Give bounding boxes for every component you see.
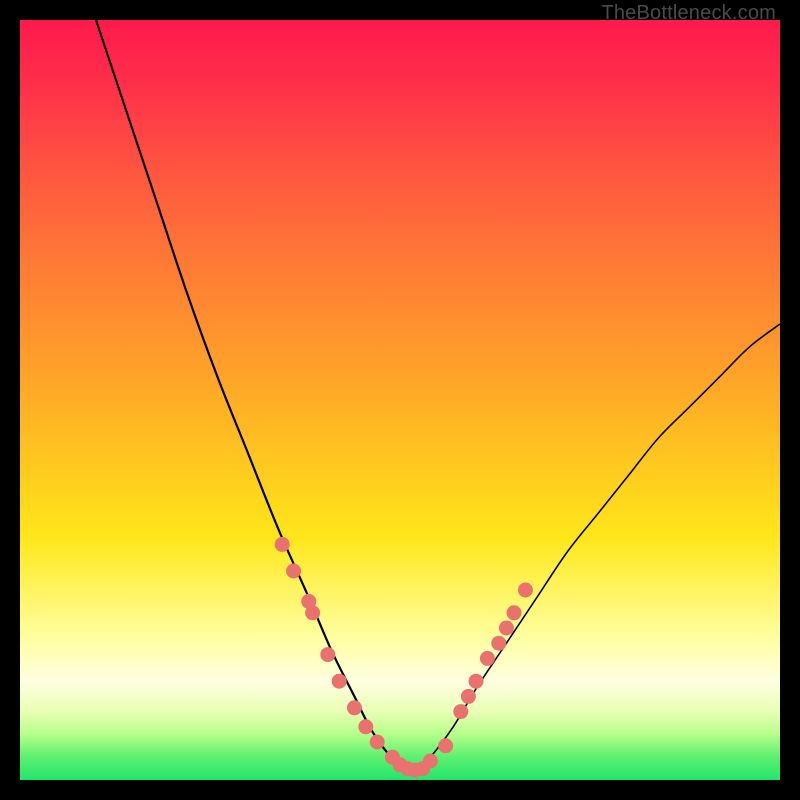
- data-point: [507, 605, 522, 620]
- data-point: [358, 719, 373, 734]
- data-point: [332, 674, 347, 689]
- data-point: [423, 754, 438, 769]
- data-point: [438, 738, 453, 753]
- data-point: [453, 704, 468, 719]
- data-point: [491, 636, 506, 651]
- data-point: [518, 583, 533, 598]
- data-point: [305, 605, 320, 620]
- data-point: [286, 564, 301, 579]
- data-point: [320, 647, 335, 662]
- data-point: [347, 700, 362, 715]
- data-point: [480, 651, 495, 666]
- data-point: [370, 735, 385, 750]
- data-point: [461, 689, 476, 704]
- data-point: [499, 621, 514, 636]
- chart-svg: [20, 20, 780, 780]
- scatter-markers: [275, 537, 533, 778]
- data-point: [275, 537, 290, 552]
- data-point: [469, 674, 484, 689]
- right-curve: [415, 324, 780, 772]
- left-curve: [96, 20, 415, 772]
